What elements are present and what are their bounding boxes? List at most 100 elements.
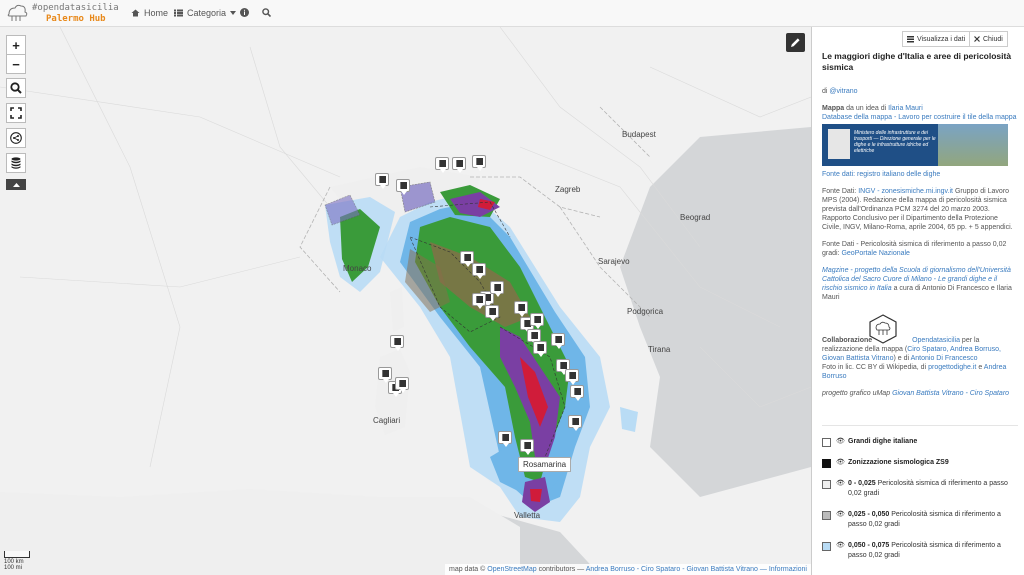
dam-marker[interactable] xyxy=(565,369,579,385)
layer-checkbox[interactable] xyxy=(822,480,831,489)
fullscreen-icon xyxy=(10,107,22,119)
eye-icon[interactable]: 👁 xyxy=(836,458,845,468)
edit-map-button[interactable] xyxy=(786,33,805,52)
eye-icon[interactable]: 👁 xyxy=(836,437,845,447)
city-label-zagreb: Zagreb xyxy=(555,185,581,194)
dam-marker[interactable] xyxy=(472,155,486,171)
osm-link[interactable]: OpenStreetMap xyxy=(487,566,536,573)
dam-marker[interactable] xyxy=(378,367,392,383)
photo-link[interactable]: progettodighe.it xyxy=(928,364,976,371)
dam-marker[interactable] xyxy=(570,385,584,401)
dam-marker[interactable] xyxy=(472,293,486,309)
layer-title: Zonizzazione sismologica ZS9 xyxy=(848,459,949,466)
layer-checkbox[interactable] xyxy=(822,438,831,447)
credits-link[interactable]: Andrea Borruso - Ciro Spataro - Giovan B… xyxy=(586,566,767,573)
source-geo-link[interactable]: GeoPortale Nazionale xyxy=(841,250,910,257)
layer-item[interactable]: 👁 0,025 - 0,050 Pericolosità sismica di … xyxy=(822,510,1018,530)
layer-item[interactable]: 👁 Zonizzazione sismologica ZS9 xyxy=(822,458,1018,468)
map-attribution: map data © OpenStreetMap contributors — … xyxy=(445,564,811,575)
dam-marker[interactable] xyxy=(514,301,528,317)
dam-marker[interactable] xyxy=(395,377,409,393)
info-link[interactable]: Informazioni xyxy=(769,566,807,573)
collaboration: Collaborazione Opendatasicilia per la re… xyxy=(822,336,1018,381)
city-label-sarajevo: Sarajevo xyxy=(598,257,630,266)
nav-category-dropdown[interactable]: Categoria xyxy=(174,8,237,18)
dam-marker[interactable] xyxy=(551,333,565,349)
nav-category-label: Categoria xyxy=(187,8,227,18)
city-label-tirana: Tirana xyxy=(648,345,671,354)
eye-icon[interactable]: 👁 xyxy=(836,541,845,551)
share-button[interactable] xyxy=(6,128,26,148)
dam-marker[interactable] xyxy=(568,415,582,431)
dam-marker[interactable] xyxy=(490,281,504,297)
opendatasicilia-collab-logo xyxy=(869,314,897,344)
collab-label: Collaborazione xyxy=(822,337,873,344)
banner-text: Ministero delle infrastrutture e dei tra… xyxy=(854,130,936,154)
collab-org-link[interactable]: Opendatasicilia xyxy=(912,337,960,344)
brand-title[interactable]: #opendatasicilia xyxy=(32,3,119,13)
dam-marker[interactable] xyxy=(452,157,466,173)
scale-mi: 100 mi xyxy=(4,565,23,571)
city-label-valletta: Valletta xyxy=(514,511,541,520)
fullscreen-button[interactable] xyxy=(6,103,26,123)
view-data-button[interactable]: Visualizza i dati xyxy=(902,31,971,47)
dam-marker[interactable] xyxy=(435,157,449,173)
brand-subtitle[interactable]: Palermo Hub xyxy=(46,14,106,24)
eye-icon[interactable]: 👁 xyxy=(836,479,845,489)
source-geoportale: Fonte Dati - Pericolosità sismica di rif… xyxy=(822,240,1018,258)
collab-adf-link[interactable]: Antonio Di Francesco xyxy=(911,355,978,362)
dam-marker[interactable] xyxy=(520,439,534,455)
source-ingv-link[interactable]: INGV - zonesismiche.mi.ingv.it xyxy=(858,188,953,195)
panel-title: Le maggiori dighe d'Italia e aree di per… xyxy=(822,51,1012,72)
search-icon xyxy=(262,8,271,17)
database-icon xyxy=(11,157,21,169)
close-button[interactable]: Chiudi xyxy=(969,31,1008,47)
graphic-prefix: progetto grafico uMap xyxy=(822,390,891,397)
source-dams-link[interactable]: Fonte dati: registro italiano delle digh… xyxy=(822,171,940,178)
graphic-names-link[interactable]: Giovan Battista Vitrano - Ciro Spataro xyxy=(892,390,1009,397)
layer-title: 0 - 0,025 xyxy=(848,480,876,487)
dam-marker[interactable] xyxy=(472,263,486,279)
nav-search[interactable] xyxy=(262,8,271,17)
layer-item[interactable]: 👁 Grandi dighe italiane xyxy=(822,437,1018,447)
zoom-out-button[interactable]: − xyxy=(6,54,26,74)
dam-marker[interactable] xyxy=(396,179,410,195)
dam-marker[interactable] xyxy=(530,313,544,329)
photo-text: Foto in lic. CC BY di Wikipedia, di xyxy=(822,364,927,371)
layer-checkbox[interactable] xyxy=(822,459,831,468)
expand-controls-button[interactable] xyxy=(6,179,26,190)
layer-item[interactable]: 👁 0 - 0,025 Pericolosità sismica di rife… xyxy=(822,479,1018,499)
top-navbar: #opendatasicilia Palermo Hub Home Catego… xyxy=(0,0,1024,27)
author-link[interactable]: @vitrano xyxy=(829,88,857,95)
emblem-icon xyxy=(828,129,850,159)
list-icon xyxy=(174,9,183,17)
map-canvas[interactable]: Budapest Zagreb Sarajevo Beograd Podgori… xyxy=(0,27,811,575)
layers-button[interactable] xyxy=(6,153,26,173)
dam-marker[interactable] xyxy=(460,251,474,267)
database-link[interactable]: Database della mappa - Lavoro per costru… xyxy=(822,114,1017,121)
search-location-button[interactable] xyxy=(6,78,26,98)
source-ingv: Fonte Dati: INGV - zonesismiche.mi.ingv.… xyxy=(822,187,1018,232)
nav-home[interactable]: Home xyxy=(131,8,168,18)
zoom-in-button[interactable]: + xyxy=(6,35,26,55)
dam-marker[interactable] xyxy=(485,305,499,321)
map-label: Mappa xyxy=(822,105,845,112)
attribution-contrib: contributors — xyxy=(538,566,585,573)
dam-marker[interactable] xyxy=(533,341,547,357)
nav-info[interactable] xyxy=(240,8,249,17)
dam-photo xyxy=(938,124,1008,166)
attribution-prefix: map data © xyxy=(449,566,486,573)
dam-marker[interactable] xyxy=(498,431,512,447)
opendatasicilia-logo-icon[interactable] xyxy=(6,2,28,22)
map-idea-link[interactable]: Ilaria Mauri xyxy=(888,105,923,112)
info-panel: Visualizza i dati Chiudi Le maggiori dig… xyxy=(811,27,1024,575)
layer-checkbox[interactable] xyxy=(822,542,831,551)
eye-icon[interactable]: 👁 xyxy=(836,510,845,520)
collab-text2: ) e di xyxy=(893,355,910,362)
layer-item[interactable]: 👁 0,050 - 0,075 Pericolosità sismica di … xyxy=(822,541,1018,561)
view-data-label: Visualizza i dati xyxy=(917,35,966,43)
layer-checkbox[interactable] xyxy=(822,511,831,520)
dam-marker[interactable] xyxy=(375,173,389,189)
layer-title: 0,050 - 0,075 xyxy=(848,542,890,549)
dam-marker[interactable] xyxy=(390,335,404,351)
